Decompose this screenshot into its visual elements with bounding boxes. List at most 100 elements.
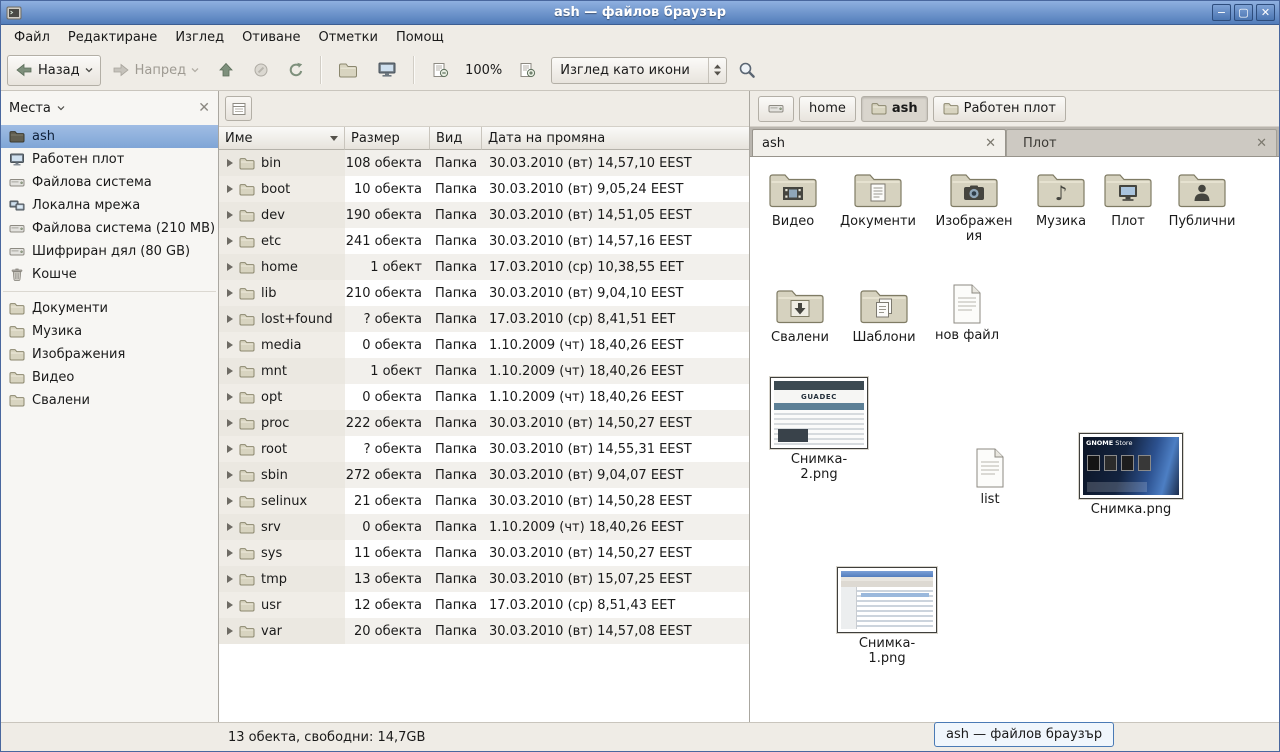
tree-row-bin[interactable]: bin108 обектаПапка30.03.2010 (вт) 14,57,… [219, 150, 749, 176]
expander-icon[interactable] [227, 497, 233, 505]
pane-view-button[interactable] [225, 96, 252, 121]
menu-view[interactable]: Изглед [166, 27, 233, 48]
sidebar-item-documents[interactable]: Документи [1, 297, 218, 320]
icon-item-snimka-1[interactable]: Снимка-1.png [834, 567, 940, 666]
tree-row-sbin[interactable]: sbin272 обектаПапка30.03.2010 (вт) 9,04,… [219, 462, 749, 488]
tree-row-proc[interactable]: proc222 обектаПапка30.03.2010 (вт) 14,50… [219, 410, 749, 436]
sidebar-close-button[interactable]: ✕ [198, 101, 210, 115]
expander-icon[interactable] [227, 601, 233, 609]
tree-row-usr[interactable]: usr12 обектаПапка17.03.2010 (ср) 8,51,43… [219, 592, 749, 618]
row-name: tmp [261, 572, 287, 587]
path-button-root[interactable] [758, 96, 794, 122]
expander-icon[interactable] [227, 289, 233, 297]
sidebar-item-ash[interactable]: ash [1, 125, 218, 148]
tree-row-selinux[interactable]: selinux21 обектаПапка30.03.2010 (вт) 14,… [219, 488, 749, 514]
tree-row-var[interactable]: var20 обектаПапка30.03.2010 (вт) 14,57,0… [219, 618, 749, 644]
expander-icon[interactable] [227, 185, 233, 193]
tree-row-lost+found[interactable]: lost+found? обектаПапка17.03.2010 (ср) 8… [219, 306, 749, 332]
home-button[interactable] [330, 55, 366, 86]
sidebar-title[interactable]: Места [9, 101, 51, 116]
tree-row-media[interactable]: media0 обектаПапка1.10.2009 (чт) 18,40,2… [219, 332, 749, 358]
tree-row-tmp[interactable]: tmp13 обектаПапка30.03.2010 (вт) 15,07,2… [219, 566, 749, 592]
menu-bookmarks[interactable]: Отметки [309, 27, 386, 48]
column-header-size[interactable]: Размер [345, 127, 430, 150]
stop-button[interactable] [245, 55, 277, 86]
expander-icon[interactable] [227, 419, 233, 427]
icon-item-video[interactable]: Видео [753, 169, 833, 229]
menu-help[interactable]: Помощ [387, 27, 453, 48]
icon-item-public[interactable]: Публични [1160, 169, 1244, 229]
expander-icon[interactable] [227, 471, 233, 479]
tab-close-button[interactable]: ✕ [1256, 136, 1267, 151]
icon-item-list[interactable]: list [950, 447, 1030, 507]
back-button[interactable]: Назад [7, 55, 101, 86]
close-button[interactable]: ✕ [1256, 4, 1275, 21]
expander-icon[interactable] [227, 341, 233, 349]
expander-icon[interactable] [227, 367, 233, 375]
expander-icon[interactable] [227, 393, 233, 401]
icon-item-music[interactable]: ♪Музика [1022, 169, 1100, 229]
sidebar-item-video[interactable]: Видео [1, 366, 218, 389]
tree-row-dev[interactable]: dev190 обектаПапка30.03.2010 (вт) 14,51,… [219, 202, 749, 228]
sidebar-item-downloads[interactable]: Свалени [1, 389, 218, 412]
icon-item-downloads[interactable]: Свалени [760, 285, 840, 345]
path-button-ash[interactable]: ash [861, 96, 928, 122]
column-header-type[interactable]: Вид [430, 127, 482, 150]
tree-row-srv[interactable]: srv0 обектаПапка1.10.2009 (чт) 18,40,26 … [219, 514, 749, 540]
column-header-date[interactable]: Дата на промяна [482, 127, 749, 150]
tree-row-boot[interactable]: boot10 обектаПапка30.03.2010 (вт) 9,05,2… [219, 176, 749, 202]
icon-item-snimka-2[interactable]: GUADECСнимка-2.png [766, 377, 872, 482]
expander-icon[interactable] [227, 263, 233, 271]
minimize-button[interactable]: − [1212, 4, 1231, 21]
icon-item-desktop[interactable]: Плот [1094, 169, 1162, 229]
menu-edit[interactable]: Редактиране [59, 27, 166, 48]
icon-item-documents[interactable]: Документи [833, 169, 923, 229]
view-mode-select[interactable]: Изглед като икони [551, 57, 727, 84]
icon-item-snimka[interactable]: GNOME StoreСнимка.png [1076, 433, 1186, 517]
expander-icon[interactable] [227, 575, 233, 583]
expander-icon[interactable] [227, 549, 233, 557]
expander-icon[interactable] [227, 315, 233, 323]
column-header-name[interactable]: Име [219, 127, 345, 150]
sidebar-item-filesystem-210mb[interactable]: Файлова система (210 MB) [1, 217, 218, 240]
tab-plot[interactable]: Плот✕ [1006, 129, 1277, 156]
tab-close-button[interactable]: ✕ [985, 136, 996, 151]
tree-row-etc[interactable]: etc241 обектаПапка30.03.2010 (вт) 14,57,… [219, 228, 749, 254]
tree-row-opt[interactable]: opt0 обектаПапка1.10.2009 (чт) 18,40,26 … [219, 384, 749, 410]
path-button-home[interactable]: home [799, 96, 856, 122]
sidebar-item-trash[interactable]: Кошче [1, 263, 218, 286]
icon-item-templates[interactable]: Шаблони [844, 285, 924, 345]
titlebar[interactable]: ash — файлов браузър − ▢ ✕ [1, 1, 1279, 25]
up-button[interactable] [210, 55, 242, 86]
forward-button[interactable]: Напред [104, 55, 207, 86]
search-button[interactable] [730, 55, 764, 86]
sidebar-item-encrypted-80gb[interactable]: Шифриран дял (80 GB) [1, 240, 218, 263]
expander-icon[interactable] [227, 523, 233, 531]
icon-item-new-file[interactable]: нов файл [927, 283, 1007, 343]
sidebar-item-local-network[interactable]: Локална мрежа [1, 194, 218, 217]
maximize-button[interactable]: ▢ [1234, 4, 1253, 21]
expander-icon[interactable] [227, 159, 233, 167]
menu-go[interactable]: Отиване [233, 27, 309, 48]
path-button-desktop[interactable]: Работен плот [933, 96, 1066, 122]
zoom-out-button[interactable] [423, 55, 457, 86]
computer-button[interactable] [369, 55, 405, 86]
tree-row-sys[interactable]: sys11 обектаПапка30.03.2010 (вт) 14,50,2… [219, 540, 749, 566]
sidebar-item-filesystem[interactable]: Файлова система [1, 171, 218, 194]
zoom-in-button[interactable] [510, 55, 544, 86]
expander-icon[interactable] [227, 211, 233, 219]
tree-row-lib[interactable]: lib210 обектаПапка30.03.2010 (вт) 9,04,1… [219, 280, 749, 306]
sidebar-item-desktop[interactable]: Работен плот [1, 148, 218, 171]
tab-ash[interactable]: ash✕ [752, 129, 1006, 156]
icon-item-pictures[interactable]: Изображения [926, 169, 1022, 244]
tree-row-mnt[interactable]: mnt1 обектПапка1.10.2009 (чт) 18,40,26 E… [219, 358, 749, 384]
sidebar-item-music[interactable]: Музика [1, 320, 218, 343]
menu-file[interactable]: Файл [5, 27, 59, 48]
tree-row-home[interactable]: home1 обектПапка17.03.2010 (ср) 10,38,55… [219, 254, 749, 280]
expander-icon[interactable] [227, 627, 233, 635]
sidebar-item-pictures[interactable]: Изображения [1, 343, 218, 366]
expander-icon[interactable] [227, 445, 233, 453]
tree-row-root[interactable]: root? обектаПапка30.03.2010 (вт) 14,55,3… [219, 436, 749, 462]
reload-button[interactable] [280, 55, 312, 86]
expander-icon[interactable] [227, 237, 233, 245]
